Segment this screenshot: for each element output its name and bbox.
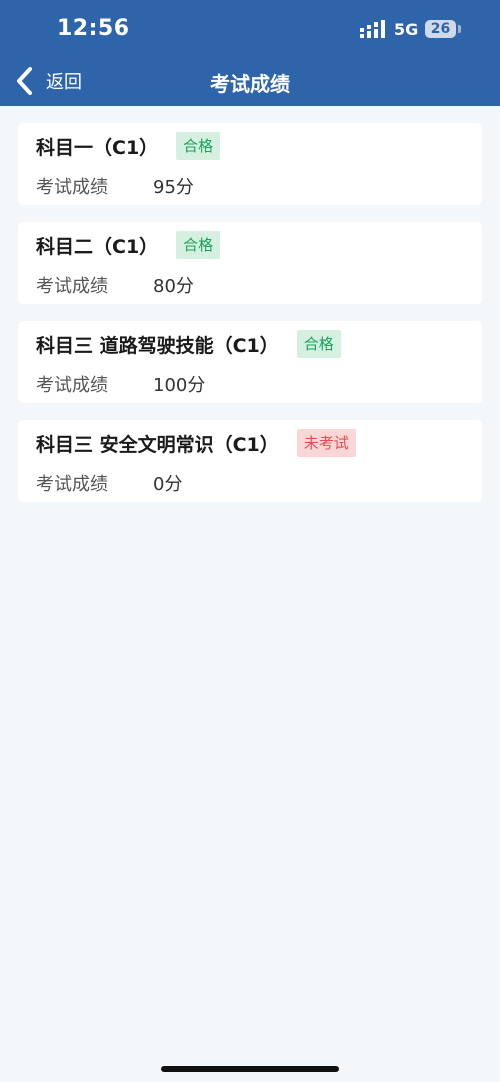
network-type: 5G bbox=[394, 20, 419, 39]
exam-title-row: 科目一（C1） 合格 bbox=[36, 131, 221, 161]
exam-card[interactable]: 科目一（C1） 合格 考试成绩 95分 bbox=[18, 123, 482, 205]
exam-title-row: 科目二（C1） 合格 bbox=[36, 230, 221, 260]
exam-card[interactable]: 科目三 道路驾驶技能（C1） 合格 考试成绩 100分 bbox=[18, 321, 482, 403]
navigation-bar: 返回 考试成绩 bbox=[0, 58, 500, 106]
status-badge: 合格 bbox=[176, 132, 221, 160]
exam-title-row: 科目三 安全文明常识（C1） 未考试 bbox=[36, 428, 356, 458]
exam-card[interactable]: 科目二（C1） 合格 考试成绩 80分 bbox=[18, 222, 482, 304]
battery-icon: 26 bbox=[425, 20, 456, 38]
status-bar: 12:56 5G 26 bbox=[0, 0, 500, 58]
page-title: 考试成绩 bbox=[210, 72, 290, 96]
status-badge: 未考试 bbox=[296, 429, 356, 457]
score-value: 95分 bbox=[153, 177, 194, 198]
score-row: 考试成绩 0分 bbox=[36, 470, 182, 496]
score-row: 考试成绩 80分 bbox=[36, 272, 194, 298]
exam-subject-name: 科目一（C1） bbox=[36, 136, 159, 159]
exam-list: 科目一（C1） 合格 考试成绩 95分 科目二（C1） 合格 考试成绩 80分 … bbox=[18, 123, 482, 519]
score-label: 考试成绩 bbox=[36, 375, 108, 396]
back-button[interactable]: 返回 bbox=[14, 64, 82, 98]
exam-subject-name: 科目三 安全文明常识（C1） bbox=[36, 433, 279, 456]
app-header: 12:56 5G 26 返回 考试成绩 bbox=[0, 0, 500, 106]
status-time: 12:56 bbox=[57, 16, 130, 41]
status-badge: 合格 bbox=[296, 330, 341, 358]
score-label: 考试成绩 bbox=[36, 276, 108, 297]
score-row: 考试成绩 100分 bbox=[36, 371, 205, 397]
exam-card[interactable]: 科目三 安全文明常识（C1） 未考试 考试成绩 0分 bbox=[18, 420, 482, 502]
score-label: 考试成绩 bbox=[36, 474, 108, 495]
score-label: 考试成绩 bbox=[36, 177, 108, 198]
chevron-left-icon bbox=[17, 67, 32, 95]
score-value: 100分 bbox=[153, 375, 206, 396]
exam-subject-name: 科目二（C1） bbox=[36, 235, 159, 258]
exam-title-row: 科目三 道路驾驶技能（C1） 合格 bbox=[36, 329, 341, 359]
back-label: 返回 bbox=[46, 72, 82, 93]
battery-cap bbox=[458, 25, 461, 33]
status-badge: 合格 bbox=[176, 231, 221, 259]
exam-subject-name: 科目三 道路驾驶技能（C1） bbox=[36, 334, 279, 357]
score-row: 考试成绩 95分 bbox=[36, 173, 194, 199]
signal-bars-icon bbox=[360, 20, 385, 38]
score-value: 0分 bbox=[153, 474, 183, 495]
home-indicator[interactable] bbox=[161, 1066, 339, 1072]
score-value: 80分 bbox=[153, 276, 194, 297]
